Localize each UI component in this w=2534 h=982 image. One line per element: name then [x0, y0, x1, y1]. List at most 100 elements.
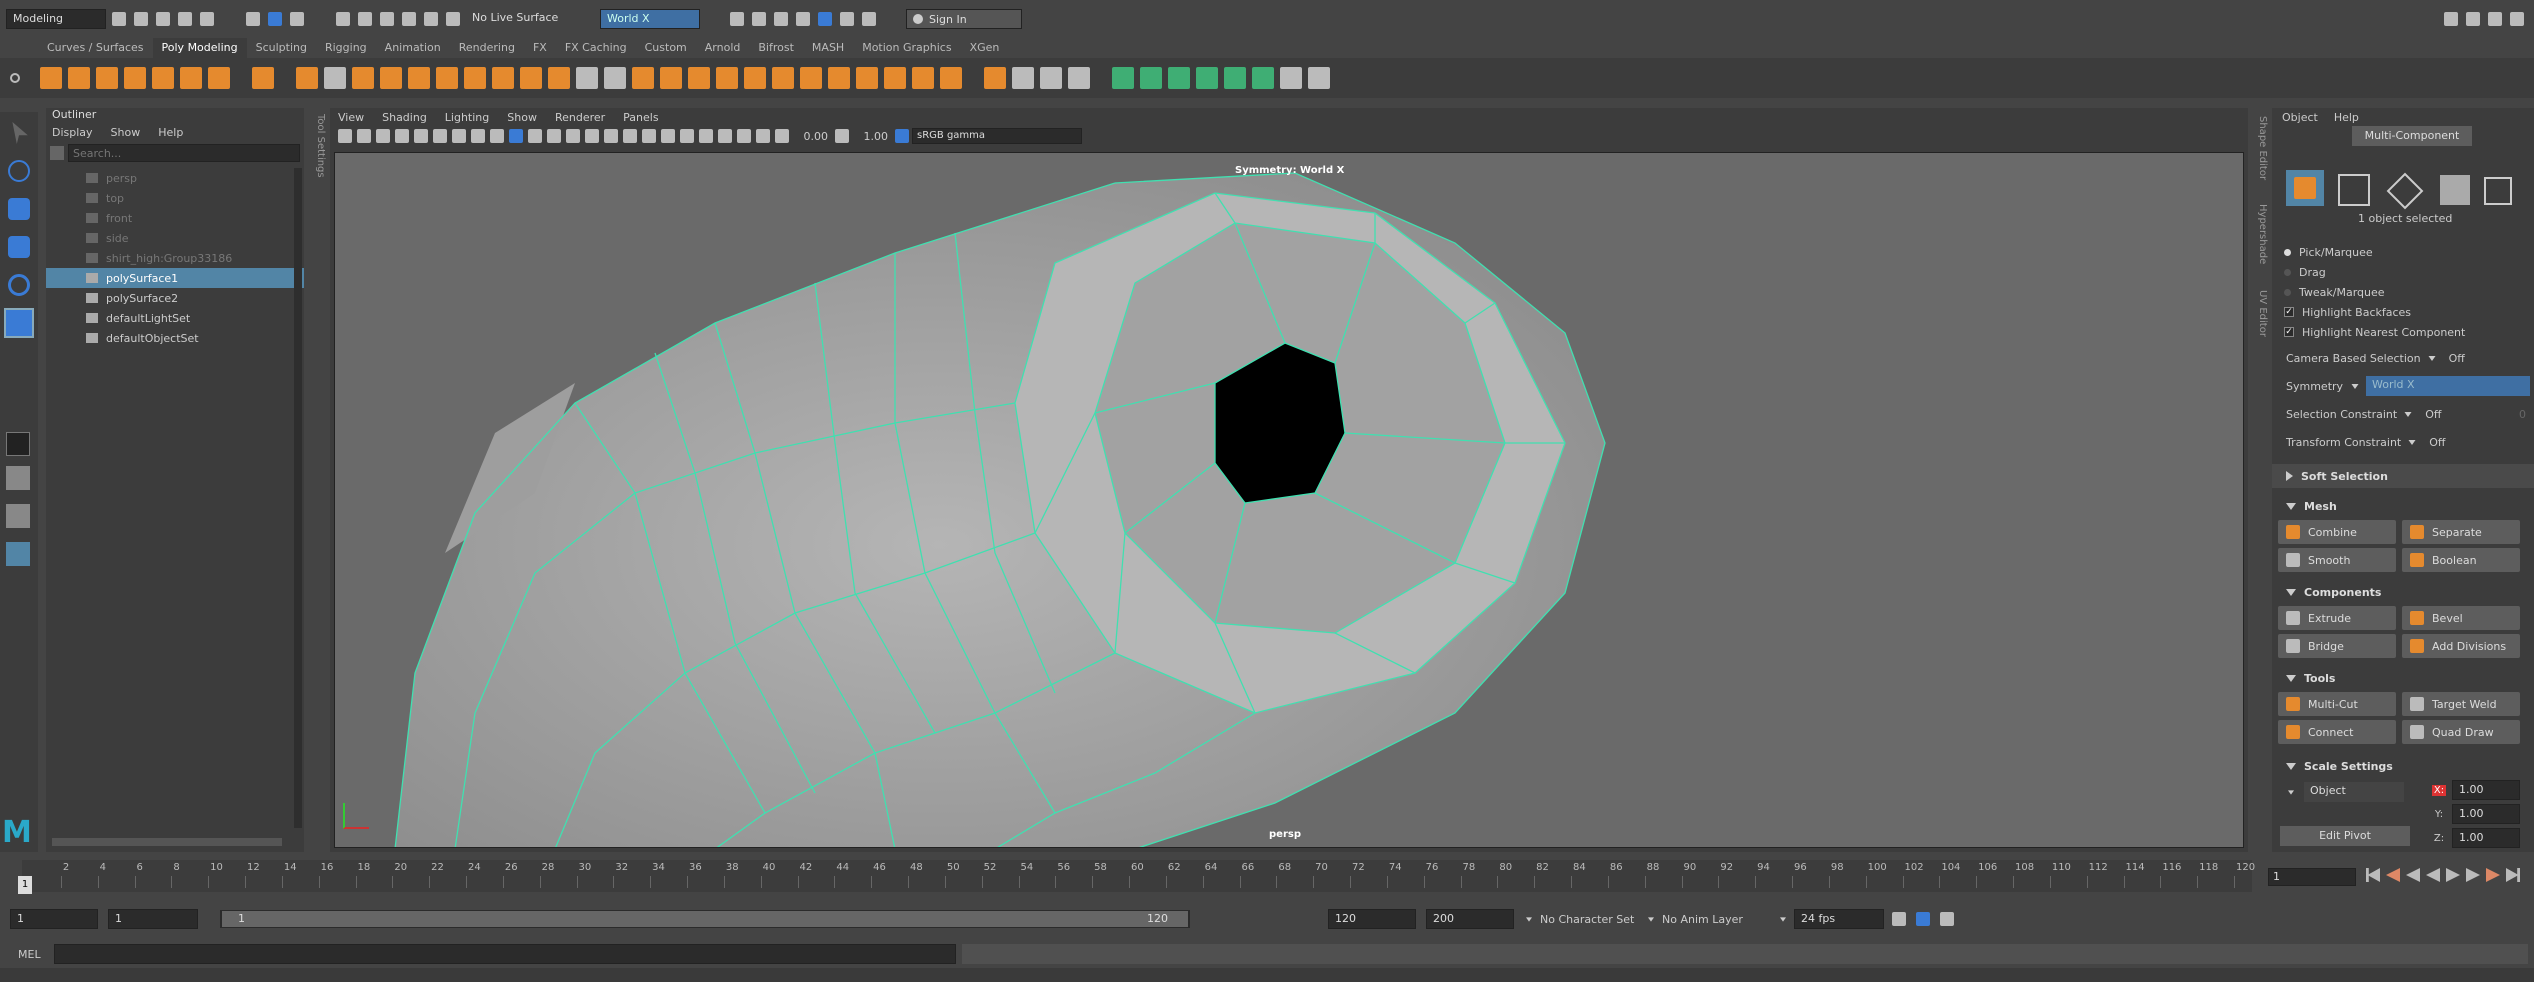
shelf-tab-rigging[interactable]: Rigging — [316, 38, 376, 58]
shelf-tab-custom[interactable]: Custom — [636, 38, 696, 58]
viewport-menu-lighting[interactable]: Lighting — [445, 111, 489, 124]
workspace-dropdown[interactable]: Modeling — [6, 9, 106, 29]
shelf-tab-animation[interactable]: Animation — [376, 38, 450, 58]
connect-button[interactable]: Connect — [2278, 720, 2396, 744]
go-to-end-icon[interactable] — [2506, 868, 2520, 882]
snap-vertex-icon[interactable] — [446, 12, 460, 26]
isolate-select-icon[interactable] — [699, 129, 713, 143]
scale-tool-icon[interactable] — [4, 308, 34, 338]
poly-disc-icon[interactable] — [208, 67, 230, 89]
selection-constraint-number[interactable]: 0 — [2519, 408, 2526, 421]
save-scene-icon[interactable] — [156, 12, 170, 26]
quad-draw-shelf-icon[interactable] — [1068, 67, 1090, 89]
search-options-icon[interactable] — [50, 146, 64, 160]
new-scene-icon[interactable] — [112, 12, 126, 26]
toolkit-menu-object[interactable]: Object — [2282, 111, 2318, 124]
shelf-tab-mash[interactable]: MASH — [803, 38, 853, 58]
shelf-tab-curves-surfaces[interactable]: Curves / Surfaces — [38, 38, 153, 58]
modeling-toolkit-toggle-icon[interactable] — [2488, 12, 2502, 26]
combine-shelf-icon[interactable] — [408, 67, 430, 89]
field-chart-icon[interactable] — [490, 129, 504, 143]
go-to-start-icon[interactable] — [2366, 868, 2380, 882]
snap-view-icon[interactable] — [402, 12, 416, 26]
wireframe-icon[interactable] — [509, 129, 523, 143]
poly-cone-icon[interactable] — [124, 67, 146, 89]
outliner-menu-display[interactable]: Display — [52, 126, 93, 139]
extract-shelf-icon[interactable] — [464, 67, 486, 89]
auto-key-icon[interactable] — [1916, 912, 1930, 926]
snap-grid-icon[interactable] — [336, 12, 350, 26]
outliner-item[interactable]: front — [46, 208, 304, 228]
multi-cut-shelf-icon[interactable] — [984, 67, 1006, 89]
ipr-icon[interactable] — [818, 12, 832, 26]
step-forward-frame-icon[interactable] — [2466, 868, 2480, 882]
smooth-shelf-icon[interactable] — [520, 67, 542, 89]
sign-in-dropdown[interactable]: Sign In — [906, 9, 1022, 29]
circularize-shelf-icon[interactable] — [856, 67, 878, 89]
insert-edge-loop-shelf-icon[interactable] — [1012, 67, 1034, 89]
uv-unfold-icon[interactable] — [1224, 67, 1246, 89]
shelf-tab-fx[interactable]: FX — [524, 38, 556, 58]
uv-planar-icon[interactable] — [1112, 67, 1134, 89]
exposure-value[interactable]: 0.00 — [792, 130, 829, 143]
booleans-shelf-icon[interactable] — [492, 67, 514, 89]
bridge-shelf-icon[interactable] — [716, 67, 738, 89]
character-set-dropdown[interactable]: No Character Set — [1540, 913, 1640, 926]
camera-based-selection-arrow[interactable] — [2428, 355, 2436, 361]
extrude-button[interactable]: Extrude — [2278, 606, 2396, 630]
mirror-shelf-icon[interactable] — [632, 67, 654, 89]
scale-settings-header[interactable]: Scale Settings — [2272, 754, 2534, 778]
film-gate-icon[interactable] — [433, 129, 447, 143]
hypershade-icon[interactable] — [796, 12, 810, 26]
uv-cut-icon[interactable] — [1280, 67, 1302, 89]
render-settings-icon[interactable] — [774, 12, 788, 26]
chamfer-shelf-icon[interactable] — [940, 67, 962, 89]
poly-sphere-icon[interactable] — [40, 67, 62, 89]
checkbox[interactable]: ✓ — [2284, 307, 2294, 317]
step-back-key-icon[interactable] — [2386, 868, 2400, 882]
bevel-shelf-icon[interactable] — [688, 67, 710, 89]
viewport-menu-show[interactable]: Show — [507, 111, 537, 124]
snap-point-icon[interactable] — [380, 12, 394, 26]
edge-mode-icon[interactable] — [2386, 172, 2424, 210]
animation-end-field[interactable]: 200 — [1426, 909, 1514, 929]
select-camera-icon[interactable] — [338, 129, 352, 143]
motion-blur-icon[interactable] — [642, 129, 656, 143]
select-tool-icon[interactable] — [12, 122, 28, 144]
command-language-label[interactable]: MEL — [18, 948, 48, 961]
two-view-layout-icon[interactable] — [6, 504, 30, 528]
snap-together-icon[interactable] — [6, 432, 30, 456]
viewport-menu-view[interactable]: View — [338, 111, 364, 124]
type-tool-icon[interactable] — [324, 67, 346, 89]
shelf-tab-bifrost[interactable]: Bifrost — [749, 38, 803, 58]
selection-constraint-value[interactable]: Off — [2425, 408, 2441, 421]
textured-icon[interactable] — [566, 129, 580, 143]
pause-render-icon[interactable] — [862, 12, 876, 26]
play-render-icon[interactable] — [840, 12, 854, 26]
image-plane-icon[interactable] — [395, 129, 409, 143]
viewport-menu-panels[interactable]: Panels — [623, 111, 658, 124]
live-surface-field[interactable]: No Live Surface — [466, 9, 596, 29]
separate-button[interactable]: Separate — [2402, 520, 2520, 544]
lasso-tool-icon[interactable] — [8, 160, 30, 182]
outliner-item[interactable]: polySurface2 — [46, 288, 304, 308]
select-object-icon[interactable] — [268, 12, 282, 26]
outliner-search-input[interactable] — [68, 144, 300, 162]
playback-end-field[interactable]: 120 — [1328, 909, 1416, 929]
command-input[interactable] — [54, 944, 956, 964]
select-hierarchy-icon[interactable] — [246, 12, 260, 26]
default-material-icon[interactable] — [547, 129, 561, 143]
fps-arrow[interactable] — [1780, 916, 1786, 922]
uv-sew-icon[interactable] — [1308, 67, 1330, 89]
anim-prefs-icon[interactable] — [1940, 912, 1954, 926]
render-view-icon[interactable] — [752, 12, 766, 26]
vertex-mode-icon[interactable] — [2338, 174, 2370, 206]
step-back-frame-icon[interactable] — [2406, 868, 2420, 882]
grid-toggle-icon[interactable] — [414, 129, 428, 143]
platonic-solid-icon[interactable] — [252, 67, 274, 89]
toolkit-menu-help[interactable]: Help — [2334, 111, 2359, 124]
merge-shelf-icon[interactable] — [912, 67, 934, 89]
scale-y-field[interactable]: 1.00 — [2452, 804, 2520, 824]
shelf-tab-rendering[interactable]: Rendering — [450, 38, 524, 58]
poly-cube-icon[interactable] — [68, 67, 90, 89]
